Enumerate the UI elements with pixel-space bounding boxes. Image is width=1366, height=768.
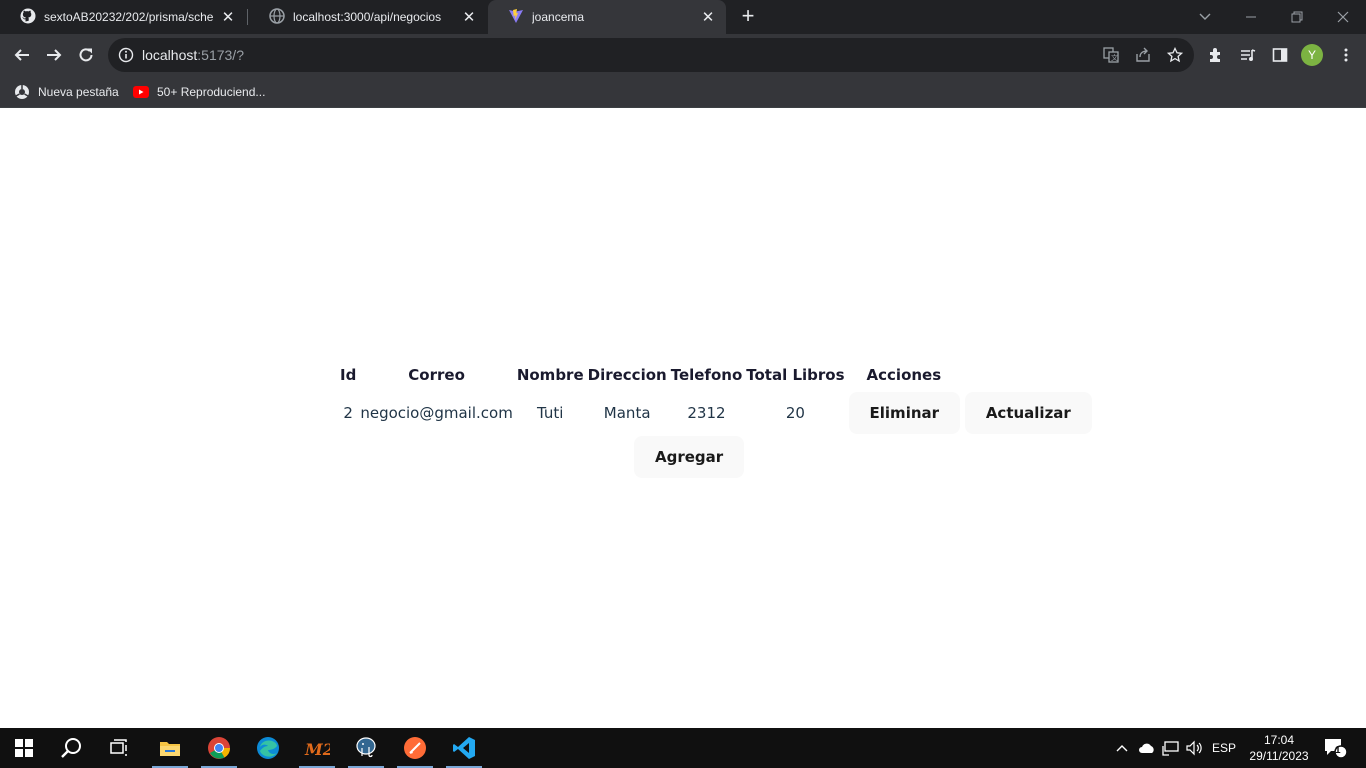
bookmark-youtube[interactable]: 50+ Reproduciend...: [133, 82, 265, 102]
back-arrow-icon[interactable]: [9, 42, 35, 68]
minimize-icon[interactable]: [1228, 0, 1274, 34]
chrome-icon[interactable]: [195, 728, 243, 768]
file-explorer-icon[interactable]: [146, 728, 194, 768]
media-control-icon[interactable]: [1238, 45, 1258, 65]
cell-total-libros: 20: [785, 404, 805, 422]
cell-direccion: Manta: [603, 404, 651, 422]
close-tab-icon[interactable]: ✕: [461, 9, 477, 26]
edge-icon[interactable]: [244, 728, 292, 768]
vscode-icon[interactable]: [440, 728, 488, 768]
tab-search-icon[interactable]: [1182, 0, 1228, 34]
page-content: Id Correo Nombre Direccion Telefono Tota…: [0, 109, 1366, 728]
tab-api-negocios[interactable]: localhost:3000/api/negocios ✕: [249, 0, 487, 34]
tab-title: sextoAB20232/202/prisma/schema: [44, 10, 214, 24]
column-header-telefono: Telefono: [670, 366, 743, 384]
windows-start-icon[interactable]: [0, 728, 48, 768]
address-bar[interactable]: localhost:5173/? 文: [108, 38, 1194, 72]
tab-title: joancema: [532, 10, 585, 24]
bookmark-star-icon[interactable]: [1166, 46, 1184, 64]
tab-github[interactable]: sextoAB20232/202/prisma/schema ✕: [0, 0, 246, 34]
bookmarks-bar: Nueva pestaña 50+ Reproduciend...: [0, 76, 1366, 108]
side-panel-icon[interactable]: [1270, 45, 1290, 65]
column-header-correo: Correo: [408, 366, 465, 384]
browser-tab-strip: sextoAB20232/202/prisma/schema ✕ localho…: [0, 0, 1366, 34]
onedrive-cloud-icon[interactable]: [1136, 728, 1158, 768]
new-tab-button[interactable]: +: [736, 5, 760, 29]
url-path: :5173/?: [197, 47, 244, 63]
negocios-table: Id Correo Nombre Direccion Telefono Tota…: [338, 360, 1094, 436]
cell-id: 2: [343, 404, 353, 422]
vite-icon: [508, 8, 524, 27]
agregar-button[interactable]: Agregar: [634, 436, 745, 478]
close-tab-icon[interactable]: ✕: [220, 9, 236, 26]
postman-icon[interactable]: [391, 728, 439, 768]
bookmark-label: Nueva pestaña: [38, 85, 119, 99]
svg-text:文: 文: [1111, 53, 1118, 62]
input-language-indicator[interactable]: ESP: [1210, 728, 1238, 768]
chrome-web-icon: [14, 84, 30, 100]
browser-toolbar: localhost:5173/? 文 Y: [0, 34, 1366, 76]
cell-telefono: 2312: [687, 404, 726, 422]
reload-icon[interactable]: [73, 42, 99, 68]
youtube-icon: [133, 86, 149, 98]
postgresql-icon[interactable]: [342, 728, 390, 768]
clock-date: 29/11/2023: [1249, 749, 1309, 763]
column-header-id: Id: [340, 366, 357, 384]
column-header-total-libros: Total Libros: [746, 366, 845, 384]
github-icon: [20, 8, 36, 27]
cell-nombre: Tuti: [537, 404, 564, 422]
site-info-icon[interactable]: [118, 47, 134, 68]
close-window-icon[interactable]: [1320, 0, 1366, 34]
tab-title: localhost:3000/api/negocios: [293, 10, 442, 24]
extensions-puzzle-icon[interactable]: [1206, 45, 1226, 65]
volume-icon[interactable]: [1184, 728, 1206, 768]
search-icon[interactable]: [48, 728, 96, 768]
notification-count: 1: [1335, 745, 1341, 756]
column-header-acciones: Acciones: [866, 366, 942, 384]
windows-taskbar: M2 ESP 17:04 29/11/2023 1: [0, 728, 1366, 768]
globe-icon: [269, 7, 285, 27]
cell-correo: negocio@gmail.com: [360, 404, 513, 422]
column-header-direccion: Direccion: [587, 366, 667, 384]
add-button-container: Agregar: [634, 436, 745, 478]
eliminar-button[interactable]: Eliminar: [848, 392, 961, 434]
m2-app-icon[interactable]: M2: [293, 728, 341, 768]
show-hidden-icons-icon[interactable]: [1112, 728, 1132, 768]
share-icon[interactable]: [1134, 46, 1152, 64]
actualizar-button[interactable]: Actualizar: [964, 392, 1092, 434]
bookmark-nueva-pestana[interactable]: Nueva pestaña: [14, 82, 119, 102]
table-header-row: Id Correo Nombre Direccion Telefono Tota…: [338, 360, 1094, 390]
restore-icon[interactable]: [1274, 0, 1320, 34]
svg-text:M2: M2: [304, 740, 330, 759]
profile-avatar[interactable]: Y: [1301, 44, 1323, 66]
task-view-icon[interactable]: [96, 728, 144, 768]
network-icon[interactable]: [1160, 728, 1182, 768]
bookmark-label: 50+ Reproduciend...: [157, 85, 266, 99]
translate-icon[interactable]: 文: [1102, 46, 1120, 64]
table-row: 2 negocio@gmail.com Tuti Manta 2312 20 E…: [338, 390, 1094, 436]
cell-acciones: Eliminar Actualizar: [847, 390, 1094, 436]
column-header-nombre: Nombre: [516, 366, 584, 384]
more-menu-icon[interactable]: [1336, 45, 1356, 65]
tab-joancema[interactable]: joancema ✕: [488, 0, 726, 34]
notification-center-icon[interactable]: 1: [1320, 728, 1350, 768]
url-text[interactable]: localhost:5173/?: [142, 47, 244, 63]
tab-separator: [247, 9, 248, 25]
taskbar-clock[interactable]: 17:04 29/11/2023: [1244, 732, 1314, 764]
close-tab-icon[interactable]: ✕: [700, 9, 716, 26]
url-host: localhost: [142, 47, 198, 63]
forward-arrow-icon[interactable]: [41, 42, 67, 68]
clock-time: 17:04: [1263, 733, 1295, 747]
